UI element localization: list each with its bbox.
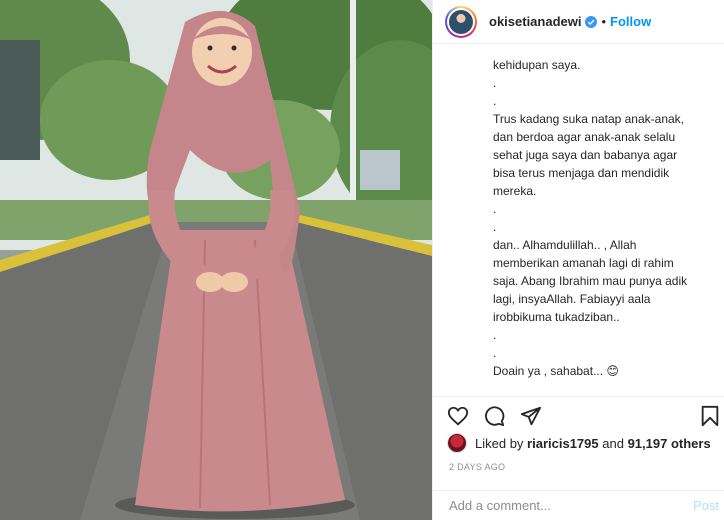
avatar-image bbox=[449, 9, 473, 34]
post-comment-button[interactable]: Post bbox=[693, 498, 719, 513]
caption-line: . bbox=[493, 94, 497, 108]
liker-username[interactable]: riaricis1795 bbox=[527, 436, 599, 451]
post-timestamp[interactable]: 2 DAYS AGO bbox=[449, 462, 505, 472]
caption-line: saja. Abang Ibrahim mau punya adik bbox=[493, 274, 688, 288]
caption-line: . bbox=[493, 220, 497, 234]
likes-summary: Liked by riaricis1795 and 91,197 others bbox=[447, 433, 711, 453]
username-link[interactable]: okisetianadewi bbox=[489, 14, 581, 29]
verified-badge-icon bbox=[585, 15, 598, 28]
caption-line: bisa terus menjaga dan mendidik bbox=[493, 166, 670, 180]
post-header: okisetianadewi • Follow bbox=[433, 0, 724, 44]
liker-avatar[interactable] bbox=[447, 433, 467, 453]
post-photo[interactable] bbox=[0, 0, 432, 520]
post-side-panel: okisetianadewi • Follow kehidupan saya..… bbox=[432, 0, 724, 520]
caption-line: Trus kadang suka natap anak-anak, bbox=[493, 112, 685, 126]
caption-line: mereka. bbox=[493, 184, 537, 198]
caption-line: dan.. Alhamdulillah.. , Allah bbox=[493, 238, 637, 252]
share-icon[interactable] bbox=[520, 405, 542, 427]
caption-line: memberikan amanah lagi di rahim bbox=[493, 256, 674, 270]
caption-line: . bbox=[493, 202, 497, 216]
comment-input[interactable] bbox=[449, 498, 693, 513]
header-separator: • bbox=[601, 14, 607, 29]
caption-line: . bbox=[493, 76, 497, 90]
comment-form: Post bbox=[433, 490, 724, 520]
caption-text: kehidupan saya... Trus kadang suka natap … bbox=[493, 56, 711, 387]
caption-scroll-area[interactable]: kehidupan saya... Trus kadang suka natap … bbox=[433, 44, 724, 387]
caption-line: Doain ya , sahabat... 😊 bbox=[493, 364, 619, 378]
caption-line: . bbox=[493, 328, 497, 342]
follow-button[interactable]: Follow bbox=[610, 14, 651, 29]
caption-line: kehidupan saya. bbox=[493, 58, 581, 72]
bookmark-icon[interactable] bbox=[699, 405, 721, 427]
avatar-ring bbox=[447, 7, 475, 36]
likes-prefix: Liked by bbox=[475, 435, 524, 451]
profile-avatar[interactable] bbox=[445, 5, 477, 38]
caption-line: . bbox=[493, 380, 711, 387]
likes-middle: and bbox=[602, 435, 624, 451]
caption-line: irobbikuma tukadziban.. bbox=[493, 310, 620, 324]
action-bar bbox=[433, 396, 724, 432]
photo-illustration bbox=[0, 0, 432, 520]
caption-line: lagi, insyaAllah. Fabiayyi aala bbox=[493, 292, 651, 306]
likes-count[interactable]: 91,197 others bbox=[628, 436, 711, 451]
caption-line: . bbox=[493, 346, 497, 360]
caption-line: dan berdoa agar anak-anak selalu bbox=[493, 130, 676, 144]
comment-icon[interactable] bbox=[483, 405, 505, 427]
heart-icon[interactable] bbox=[447, 405, 469, 427]
caption-line: sehat juga saya dan babanya agar bbox=[493, 148, 678, 162]
